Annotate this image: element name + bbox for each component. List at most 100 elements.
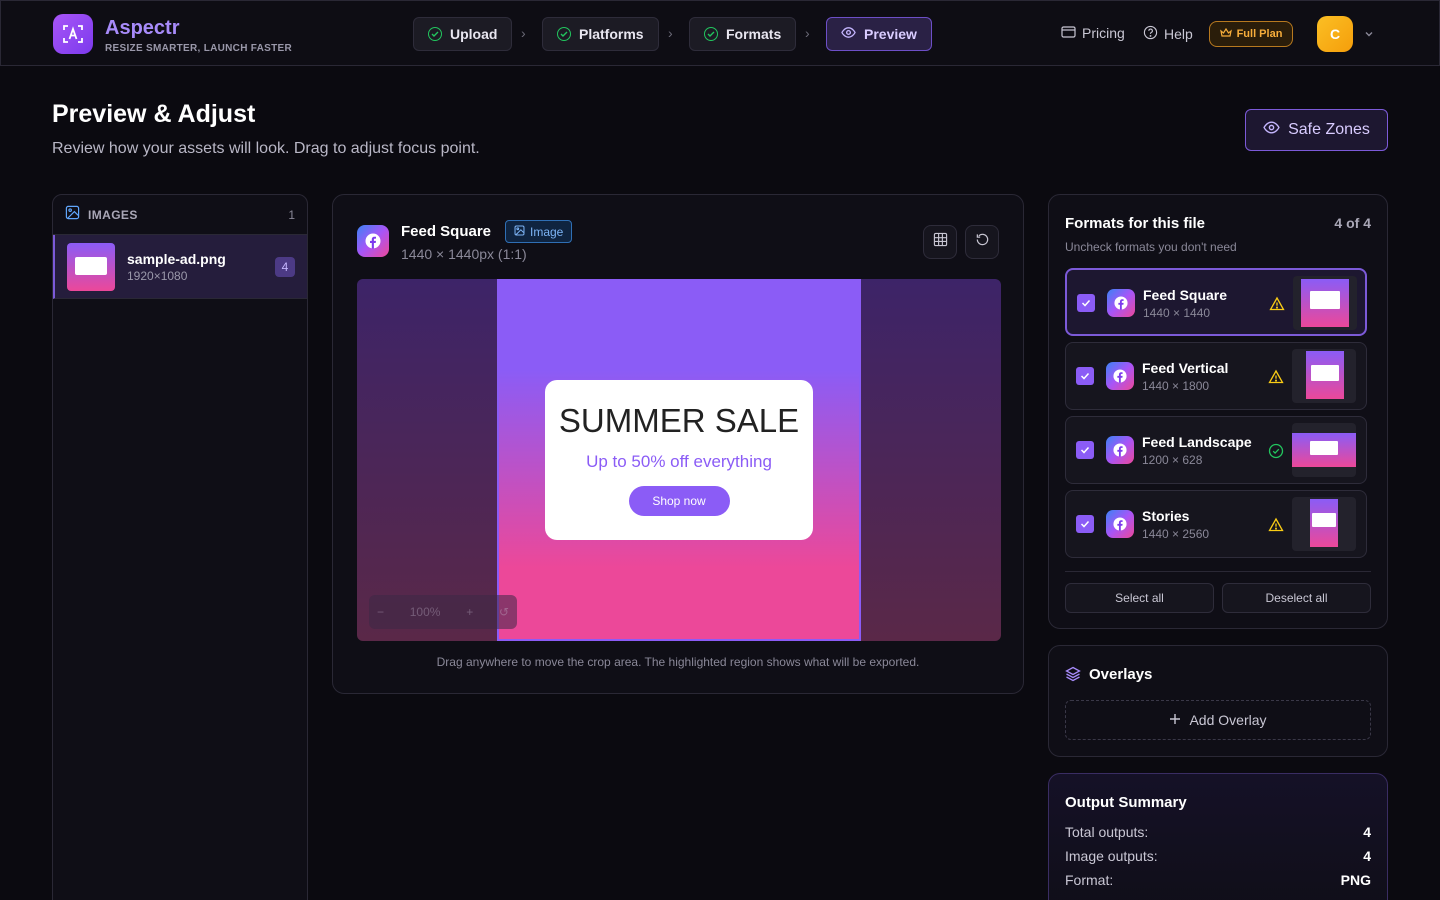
- chevron-right-icon: ›: [668, 25, 673, 41]
- format-dimensions: 1440 × 1800: [1142, 379, 1210, 393]
- format-thumbnail: [1292, 423, 1356, 477]
- overlays-title: Overlays: [1089, 666, 1153, 683]
- file-item[interactable]: sample-ad.png 1920×1080 4: [53, 235, 307, 299]
- type-tag: Image: [505, 220, 573, 243]
- summary-label: Image outputs:: [1065, 848, 1158, 864]
- warning-icon: [1268, 517, 1284, 538]
- facebook-icon: [357, 225, 389, 257]
- checkbox[interactable]: [1076, 367, 1094, 385]
- output-summary-panel: Output Summary Total outputs: 4 Image ou…: [1048, 773, 1388, 900]
- pricing-link[interactable]: Pricing: [1061, 25, 1125, 41]
- format-count-badge: 4: [275, 256, 295, 277]
- zoom-controls: − 100% + ↺: [369, 595, 517, 629]
- chevron-right-icon: ›: [805, 25, 810, 41]
- chevron-right-icon: ›: [521, 25, 526, 41]
- ad-title: SUMMER SALE: [558, 402, 800, 439]
- checkbox[interactable]: [1077, 294, 1095, 312]
- check-circle-icon: [557, 27, 571, 41]
- preview-size: 1440 × 1440px (1:1): [401, 246, 527, 262]
- warning-icon: [1268, 369, 1284, 390]
- zoom-in-button[interactable]: +: [466, 605, 473, 619]
- summary-label: Total outputs:: [1065, 824, 1149, 840]
- formats-panel-subtitle: Uncheck formats you don't need: [1065, 240, 1237, 254]
- help-circle-icon: [1143, 25, 1158, 43]
- crown-icon: [1219, 27, 1232, 41]
- reset-button[interactable]: [965, 225, 999, 259]
- top-header: Aspectr RESIZE SMARTER, LAUNCH FASTER Up…: [0, 0, 1440, 66]
- checkbox[interactable]: [1076, 515, 1094, 533]
- zoom-reset-icon[interactable]: ↺: [499, 605, 509, 619]
- layers-icon: [1065, 666, 1081, 687]
- rotate-ccw-icon: [975, 232, 990, 252]
- crop-hint: Drag anywhere to move the crop area. The…: [436, 655, 920, 669]
- card-icon: [1061, 25, 1076, 41]
- zoom-level: 100%: [409, 605, 441, 619]
- ad-subtitle: Up to 50% off everything: [586, 452, 772, 471]
- formats-panel-title: Formats for this file: [1065, 215, 1206, 232]
- help-label: Help: [1164, 26, 1193, 42]
- format-dimensions: 1440 × 2560: [1142, 527, 1210, 541]
- summary-label: Format:: [1065, 872, 1114, 888]
- preview-panel: Feed Square Image 1440 × 1440px (1:1) SU…: [332, 194, 1024, 694]
- help-link[interactable]: Help: [1143, 25, 1193, 43]
- checkbox[interactable]: [1076, 441, 1094, 459]
- grid-toggle-button[interactable]: [923, 225, 957, 259]
- step-label: Preview: [864, 26, 917, 42]
- summary-value: 4: [1363, 848, 1371, 864]
- format-thumbnail: [1292, 497, 1356, 551]
- image-icon: [65, 205, 80, 225]
- select-all-button[interactable]: Select all: [1065, 583, 1214, 613]
- safe-zones-button[interactable]: Safe Zones: [1245, 109, 1388, 151]
- ad-cta: Shop now: [628, 486, 730, 516]
- step-upload[interactable]: Upload: [413, 17, 513, 51]
- deselect-all-button[interactable]: Deselect all: [1222, 583, 1371, 613]
- file-dimensions: 1920×1080: [127, 268, 188, 283]
- format-name: Feed Square: [1143, 287, 1228, 303]
- summary-title: Output Summary: [1065, 794, 1187, 811]
- crop-canvas[interactable]: SUMMER SALE Up to 50% off everything Sho…: [357, 279, 1001, 641]
- add-overlay-label: Add Overlay: [1189, 712, 1267, 728]
- step-preview[interactable]: Preview: [826, 17, 932, 51]
- logo-icon[interactable]: [53, 14, 93, 54]
- grid-icon: [933, 232, 948, 252]
- step-label: Upload: [450, 26, 498, 42]
- type-tag-label: Image: [530, 224, 564, 239]
- preview-format-name: Feed Square: [401, 223, 492, 240]
- format-item-stories[interactable]: Stories 1440 × 2560: [1065, 490, 1367, 558]
- summary-value: 4: [1363, 824, 1371, 840]
- facebook-icon: [1106, 436, 1134, 464]
- format-dimensions: 1200 × 628: [1142, 453, 1203, 467]
- facebook-icon: [1107, 289, 1135, 317]
- check-circle-icon: [704, 27, 718, 41]
- add-overlay-button[interactable]: Add Overlay: [1065, 700, 1371, 740]
- avatar[interactable]: C: [1317, 16, 1353, 52]
- step-formats[interactable]: Formats: [689, 17, 797, 51]
- images-panel-header: IMAGES 1: [53, 195, 307, 235]
- formats-count: 4 of 4: [1334, 215, 1371, 231]
- check-circle-icon: [428, 27, 442, 41]
- format-item-feed-landscape[interactable]: Feed Landscape 1200 × 628: [1065, 416, 1367, 484]
- file-name: sample-ad.png: [127, 250, 226, 267]
- format-name: Feed Vertical: [1142, 360, 1229, 376]
- step-platforms[interactable]: Platforms: [542, 17, 659, 51]
- brand-tagline: RESIZE SMARTER, LAUNCH FASTER: [105, 43, 293, 54]
- step-label: Platforms: [579, 26, 644, 42]
- format-name: Stories: [1142, 508, 1190, 524]
- format-item-feed-vertical[interactable]: Feed Vertical 1440 × 1800: [1065, 342, 1367, 410]
- format-item-feed-square[interactable]: Feed Square 1440 × 1440: [1065, 268, 1367, 336]
- plan-badge[interactable]: Full Plan: [1209, 21, 1293, 47]
- warning-icon: [1269, 296, 1285, 317]
- brand-name[interactable]: Aspectr: [105, 17, 179, 40]
- images-panel-title: IMAGES: [88, 207, 138, 222]
- chevron-down-icon[interactable]: [1363, 27, 1375, 45]
- zoom-out-button[interactable]: −: [377, 605, 384, 619]
- file-thumbnail: [67, 242, 115, 291]
- check-circle-icon: [1268, 443, 1284, 464]
- summary-row: Total outputs: 4: [1065, 824, 1371, 840]
- step-label: Formats: [726, 26, 782, 42]
- divider: [1065, 571, 1371, 572]
- ad-card: SUMMER SALE Up to 50% off everything Sho…: [545, 380, 813, 540]
- facebook-icon: [1106, 362, 1134, 390]
- page-title: Preview & Adjust: [52, 100, 256, 128]
- plan-label: Full Plan: [1236, 28, 1283, 40]
